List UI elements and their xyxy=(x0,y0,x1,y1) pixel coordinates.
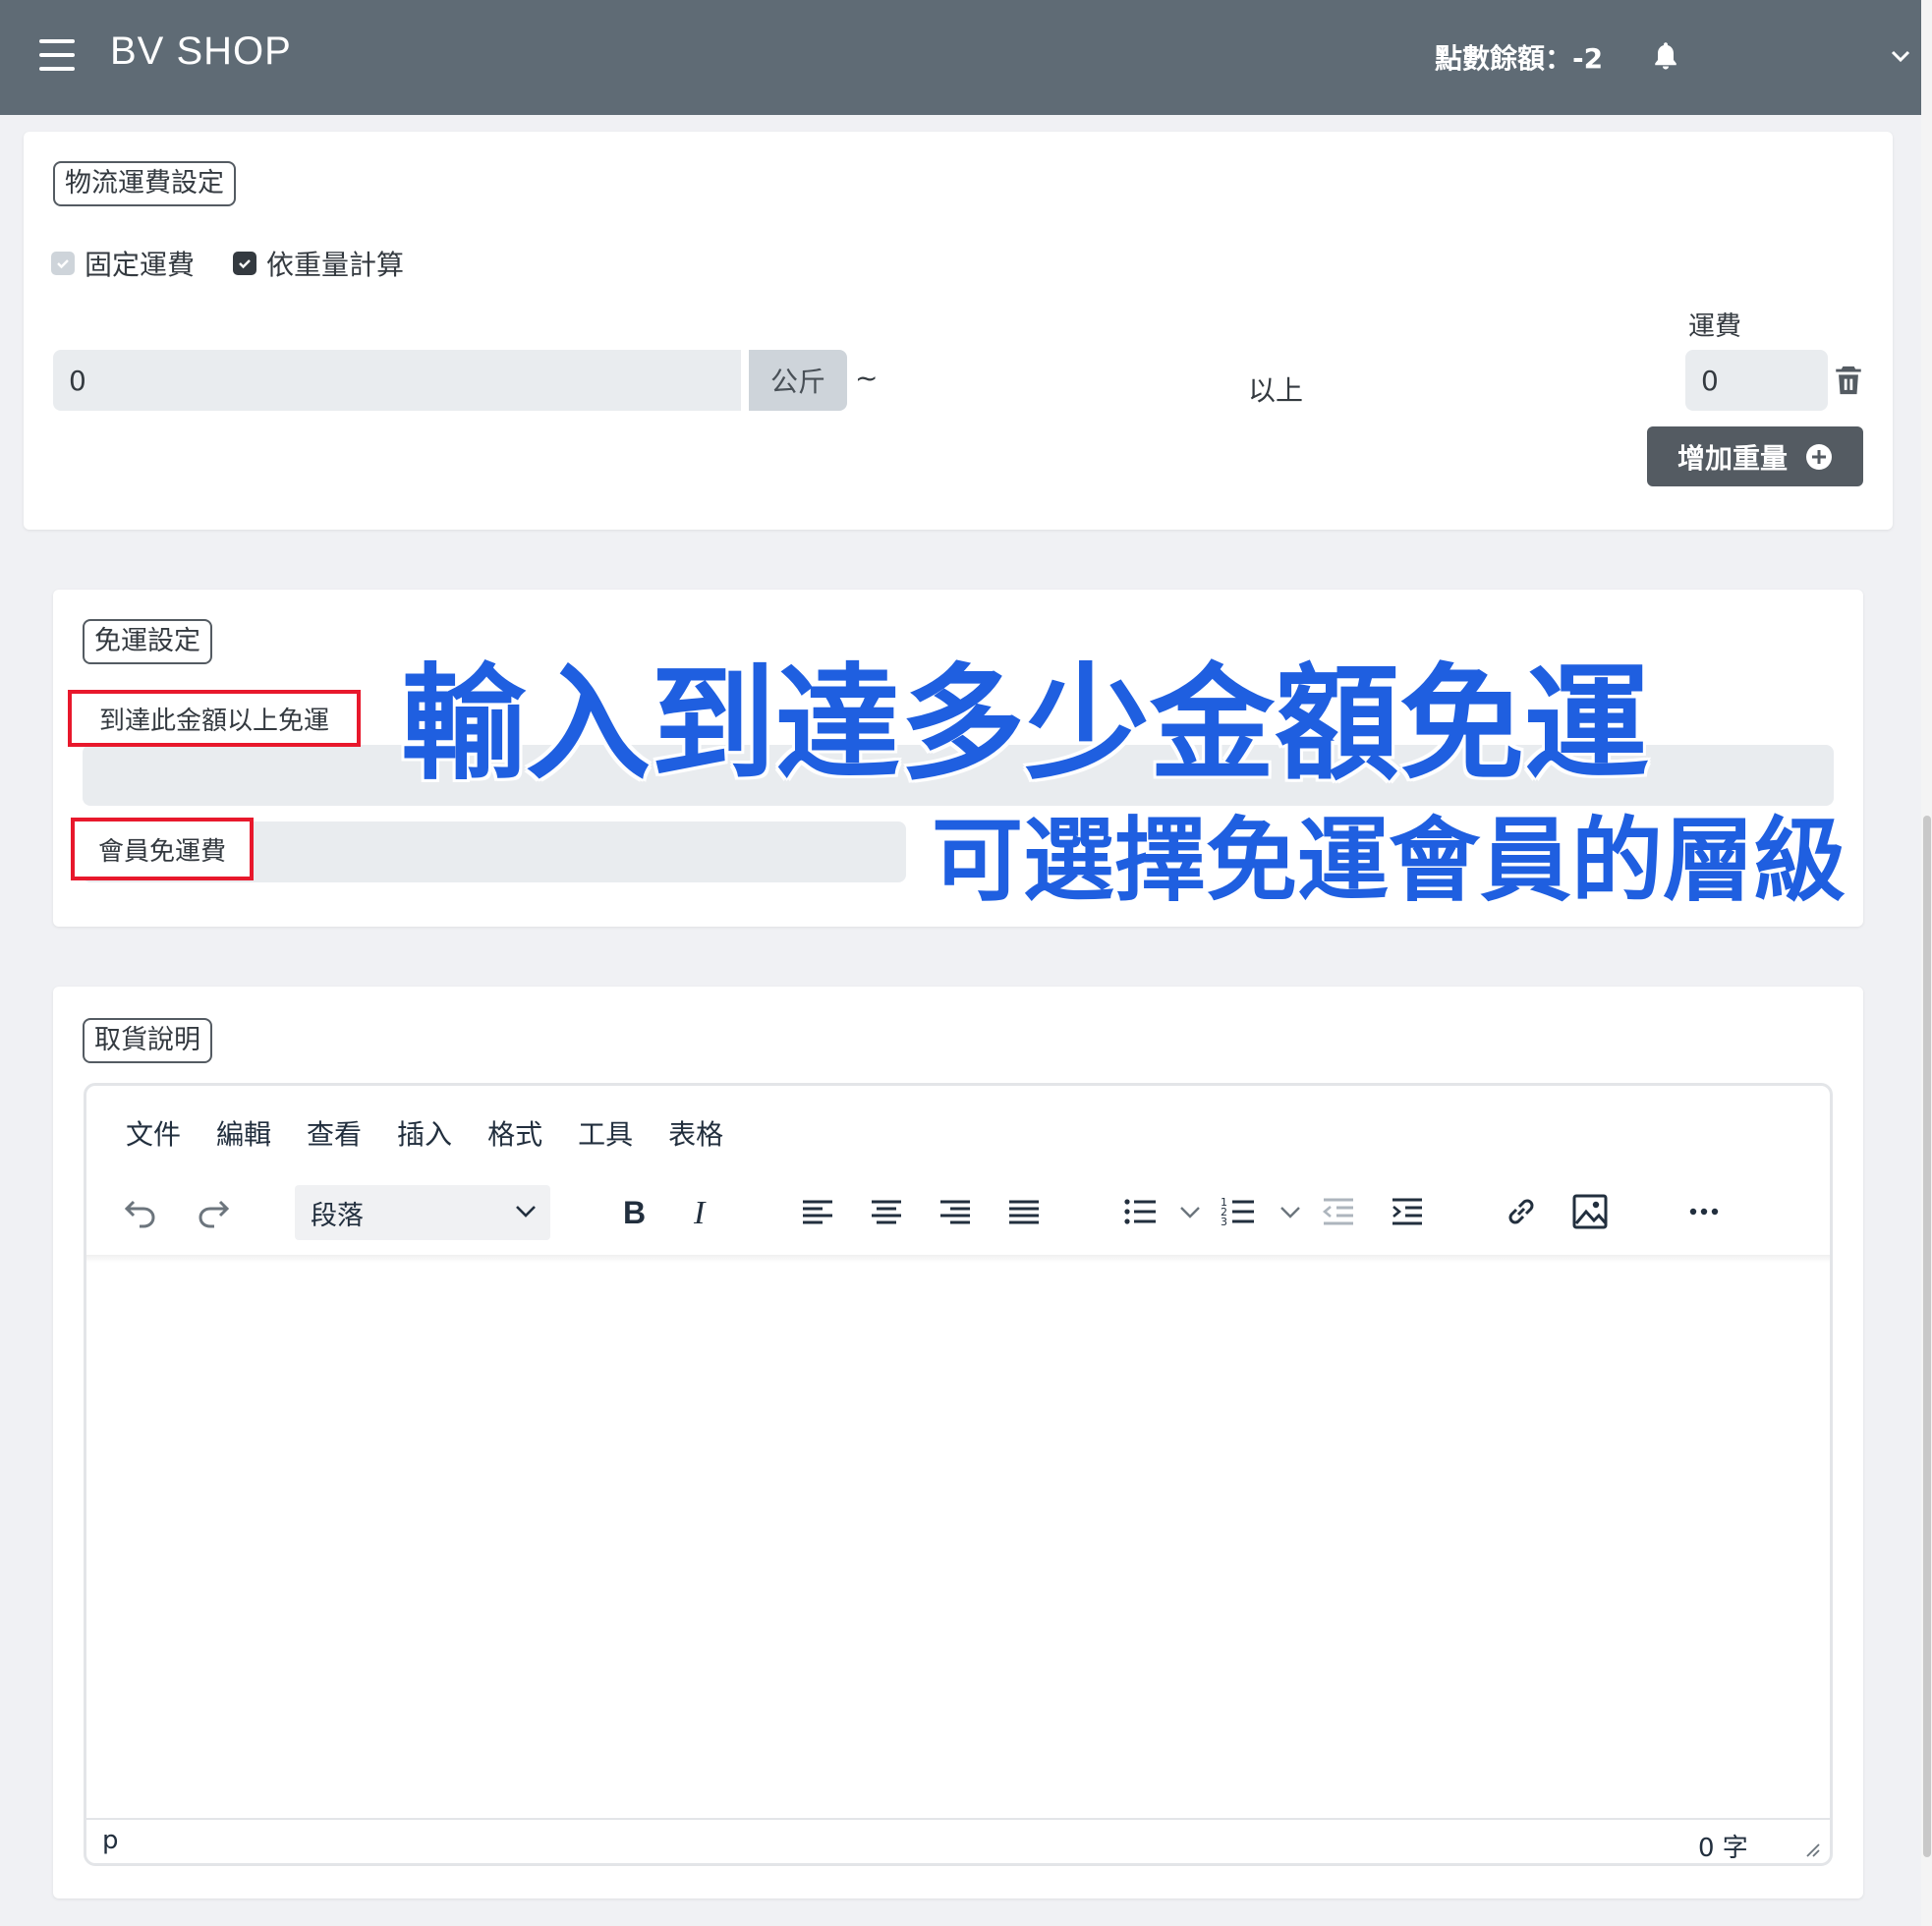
undo-icon[interactable] xyxy=(122,1192,161,1231)
section-title-shipping: 物流運費設定 xyxy=(53,161,236,206)
align-center-icon[interactable] xyxy=(867,1192,906,1231)
weight-input[interactable]: 0 xyxy=(53,350,741,411)
weight-unit-addon: 公斤 xyxy=(749,350,847,411)
rich-text-editor: 文件 編輯 查看 插入 格式 工具 表格 段落 B I 123 p 0 字 xyxy=(84,1083,1833,1866)
svg-text:I: I xyxy=(693,1195,707,1231)
editor-content-area[interactable] xyxy=(86,1263,1830,1815)
editor-statusbar: p 0 字 xyxy=(86,1818,1830,1863)
weight-fee-option[interactable]: 依重量計算 xyxy=(233,244,404,283)
points-balance: 點數餘額：-2 xyxy=(1435,42,1604,75)
editor-menubar: 文件 編輯 查看 插入 格式 工具 表格 xyxy=(126,1113,723,1153)
fee-header: 運費 xyxy=(1688,312,1741,342)
top-bar: BV SHOP 點數餘額：-2 xyxy=(0,0,1921,115)
range-separator: ~ xyxy=(855,362,879,394)
svg-text:3: 3 xyxy=(1221,1216,1227,1228)
word-count[interactable]: 0 字 xyxy=(1698,1828,1748,1864)
align-left-icon[interactable] xyxy=(798,1192,837,1231)
bold-icon[interactable]: B xyxy=(615,1192,654,1231)
link-icon[interactable] xyxy=(1502,1192,1541,1231)
bullet-list-chevron-icon[interactable] xyxy=(1179,1202,1201,1223)
add-weight-label: 增加重量 xyxy=(1676,441,1788,475)
bell-icon[interactable] xyxy=(1651,39,1680,73)
image-icon[interactable] xyxy=(1570,1192,1610,1231)
redo-icon[interactable] xyxy=(193,1192,232,1231)
menu-edit[interactable]: 編輯 xyxy=(216,1113,271,1153)
block-format-value: 段落 xyxy=(311,1200,364,1231)
shipping-fee-card: 物流運費設定 固定運費 依重量計算 0 公斤 ~ 以上 運費 0 增加重量 xyxy=(24,132,1893,530)
indent-icon[interactable] xyxy=(1388,1192,1427,1231)
member-free-shipping-label: 會員免運費 xyxy=(71,818,254,880)
above-label: 以上 xyxy=(1248,374,1304,407)
resize-handle-icon[interactable] xyxy=(1804,1841,1820,1857)
scrollbar-thumb[interactable] xyxy=(1923,816,1931,1857)
plus-circle-icon xyxy=(1806,443,1832,470)
fixed-fee-label: 固定運費 xyxy=(85,249,196,281)
menu-icon[interactable] xyxy=(39,39,75,71)
menu-tools[interactable]: 工具 xyxy=(578,1113,633,1153)
fee-input[interactable]: 0 xyxy=(1685,350,1828,411)
numbered-list-chevron-icon[interactable] xyxy=(1279,1202,1301,1223)
italic-icon[interactable]: I xyxy=(684,1192,723,1231)
free-threshold-label: 到達此金額以上免運 xyxy=(68,690,361,747)
more-options-icon[interactable] xyxy=(1684,1192,1724,1231)
menu-insert[interactable]: 插入 xyxy=(397,1113,452,1153)
section-title-free-shipping: 免運設定 xyxy=(83,619,212,664)
weight-fee-checkbox[interactable] xyxy=(233,252,256,275)
brand-title[interactable]: BV SHOP xyxy=(110,29,292,74)
menu-file[interactable]: 文件 xyxy=(126,1113,181,1153)
weight-fee-label: 依重量計算 xyxy=(266,249,405,281)
menu-table[interactable]: 表格 xyxy=(668,1113,723,1153)
element-path[interactable]: p xyxy=(102,1826,119,1855)
bullet-list-icon[interactable] xyxy=(1120,1192,1160,1231)
chevron-down-icon xyxy=(516,1206,536,1218)
trash-icon[interactable] xyxy=(1834,364,1863,397)
fixed-fee-option[interactable]: 固定運費 xyxy=(51,244,195,283)
fixed-fee-checkbox[interactable] xyxy=(51,252,75,275)
menu-view[interactable]: 查看 xyxy=(307,1113,362,1153)
annotation-member-level: 可選擇免運會員的層級 xyxy=(932,808,1846,914)
user-menu-chevron-icon[interactable] xyxy=(1891,47,1910,63)
outdent-icon[interactable] xyxy=(1319,1192,1358,1231)
annotation-free-threshold: 輸入到達多少金額免運 xyxy=(401,651,1650,797)
align-justify-icon[interactable] xyxy=(1004,1192,1044,1231)
section-title-pickup: 取貨說明 xyxy=(83,1018,212,1063)
block-format-select[interactable]: 段落 xyxy=(295,1185,550,1240)
menu-format[interactable]: 格式 xyxy=(487,1113,542,1153)
toolbar-divider xyxy=(86,1255,1830,1263)
svg-text:B: B xyxy=(623,1195,646,1230)
numbered-list-icon[interactable]: 123 xyxy=(1219,1192,1258,1231)
align-right-icon[interactable] xyxy=(936,1192,975,1231)
add-weight-button[interactable]: 增加重量 xyxy=(1647,426,1863,486)
